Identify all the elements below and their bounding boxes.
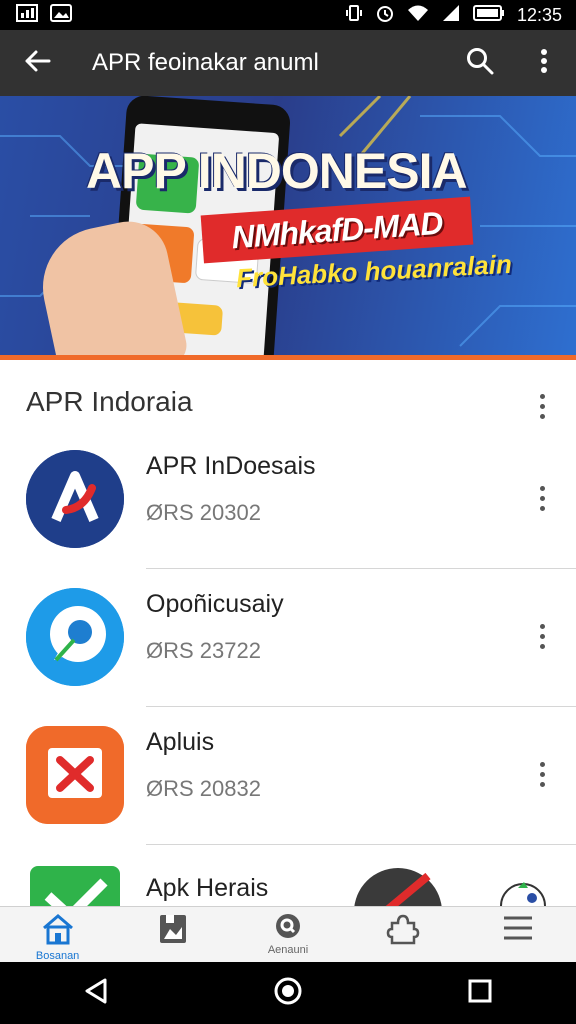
nav-label-home: Bosanan [35,950,80,962]
banner-stripe [0,355,576,360]
divider [146,568,576,569]
section-title: APR Indoraia [26,386,193,417]
bottom-navigation: Bosanan Aenauni [0,906,576,963]
list-item[interactable]: APR InDoesais ØRS 20302 [0,432,576,570]
nav-item-extensions[interactable] [346,907,461,963]
more-vertical-icon [539,393,545,419]
menu-icon [502,913,534,948]
app-name: APR InDoesais [146,452,316,480]
checkmark-icon [30,866,120,906]
nav-item-home[interactable]: Bosanan [0,907,115,963]
nav-label-search: Aenauni [267,944,309,956]
mascot-icon [496,882,550,906]
system-navigation-bar [0,962,576,1024]
more-vertical-icon [539,623,545,649]
battery-icon [472,4,505,26]
x-badge-icon [26,726,124,824]
banner-title: APP INDONESIA [86,143,468,199]
image-notification-icon [50,3,72,27]
item-overflow-button[interactable] [528,758,556,790]
app-meta: ØRS 20302 [146,500,261,525]
divider [146,706,576,707]
recents-square-icon [467,978,493,1009]
bookmark-icon [158,913,188,950]
more-vertical-icon [540,48,548,79]
section-overflow-button[interactable] [528,390,556,422]
back-triangle-icon [83,977,109,1010]
chat-bubble-icon [26,588,124,686]
search-icon [466,47,494,80]
more-vertical-icon [539,761,545,787]
home-circle-icon [273,976,303,1011]
nav-item-menu[interactable] [461,907,576,963]
app-name: Apk Herais [146,874,269,902]
arrow-left-icon [23,49,51,78]
page-title: APR feoinakar anuml [92,49,319,76]
blue-logo-icon [26,450,124,548]
wifi-icon [407,4,429,27]
item-overflow-button[interactable] [528,620,556,652]
system-recents-button[interactable] [450,968,510,1018]
item-overflow-button[interactable] [528,482,556,514]
puzzle-icon [386,913,420,950]
home-icon [41,913,75,950]
status-bar: 12:35 [0,0,576,30]
back-button[interactable] [0,30,74,96]
app-meta: ØRS 23722 [146,638,261,663]
status-time: 12:35 [516,4,562,25]
nav-item-search[interactable]: Aenauni [230,907,345,963]
list-item[interactable]: Apk Herais [0,846,576,906]
search-button[interactable] [448,30,512,96]
app-bar: APR feoinakar anuml [0,30,576,96]
app-name: Apluis [146,728,215,756]
promo-banner[interactable]: APP INDONESIA NMhkafD-MAD FroHabko houan… [0,96,576,360]
system-home-button[interactable] [258,968,318,1018]
list-item[interactable]: Opoñicusaiy ØRS 23722 [0,570,576,708]
signal-icon [441,4,461,27]
divider [146,844,576,845]
app-name: Opoñicusaiy [146,590,284,618]
alarm-icon [375,3,395,28]
search-badge-icon [272,913,304,944]
blocked-badge-icon [352,866,444,906]
list-item[interactable]: Apluis ØRS 20832 [0,708,576,846]
overflow-menu-button[interactable] [512,30,576,96]
gallery-notification-icon [16,3,38,27]
more-vertical-icon [539,485,545,511]
app-meta: ØRS 20832 [146,776,261,801]
vibrate-icon [345,4,363,27]
nav-item-bookmarks[interactable] [115,907,230,963]
system-back-button[interactable] [66,968,126,1018]
